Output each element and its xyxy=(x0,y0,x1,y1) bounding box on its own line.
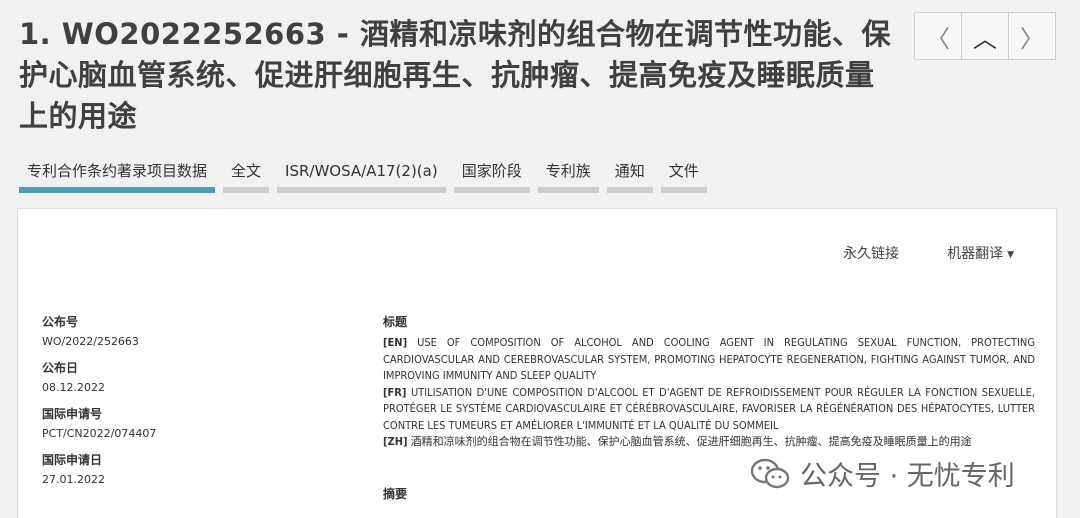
tab-pct-biblio[interactable]: 专利合作条约著录项目数据 xyxy=(19,158,216,193)
tab-indicator xyxy=(606,187,653,193)
tab-indicator xyxy=(537,187,599,193)
tab-bar: 专利合作条约著录项目数据 全文 ISR/WOSA/A17(2)(a) 国家阶段 … xyxy=(19,158,715,193)
chevron-right-icon: 〉 xyxy=(1020,24,1044,53)
tab-label: ISR/WOSA/A17(2)(a) xyxy=(285,162,438,180)
publication-number: WO/2022/252663 xyxy=(42,335,139,348)
field-label: 公布号 xyxy=(42,315,79,329)
publication-date-field: 公布日 08.12.2022 xyxy=(42,359,342,396)
tab-indicator xyxy=(19,187,216,193)
application-date: 27.01.2022 xyxy=(42,473,105,486)
application-date-field: 国际申请日 27.01.2022 xyxy=(42,451,342,488)
page-title: 1. WO2022252663 - 酒精和凉味剂的组合物在调节性功能、保护心脑血… xyxy=(19,17,891,133)
title-fr: [FR] UTILISATION D'UNE COMPOSITION D'ALC… xyxy=(383,385,1035,435)
watermark: 公众号 · 无忧专利 xyxy=(750,454,1015,493)
publication-number-field: 公布号 WO/2022/252663 xyxy=(42,313,342,350)
tab-label: 全文 xyxy=(231,162,262,180)
lang-tag: [EN] xyxy=(383,336,408,349)
title-en: [EN] USE OF COMPOSITION OF ALCOHOL AND C… xyxy=(383,335,1035,385)
lang-tag: [FR] xyxy=(383,385,407,399)
tab-notices[interactable]: 通知 xyxy=(606,158,653,193)
titles-heading: 标题 xyxy=(383,315,408,329)
tab-documents[interactable]: 文件 xyxy=(660,158,707,193)
permalink-link[interactable]: 永久链接 xyxy=(843,243,899,263)
chevron-up-icon: ︿ xyxy=(973,24,997,53)
tab-label: 专利合作条约著录项目数据 xyxy=(27,162,208,180)
tab-label: 国家阶段 xyxy=(461,162,522,180)
tab-label: 专利族 xyxy=(545,162,591,180)
watermark-text: 公众号 · 无忧专利 xyxy=(800,461,1015,492)
previous-result-button[interactable]: 〈 xyxy=(915,13,962,59)
publication-date: 08.12.2022 xyxy=(42,381,105,394)
lang-tag: [ZH] xyxy=(383,435,408,448)
back-to-results-button[interactable]: ︿ xyxy=(962,13,1009,59)
title-zh: [ZH] 酒精和凉味剂的组合物在调节性功能、保护心脑血管系统、促进肝细胞再生、抗… xyxy=(383,434,1035,451)
tab-indicator xyxy=(660,187,707,193)
tab-label: 通知 xyxy=(614,162,645,180)
next-result-button[interactable]: 〉 xyxy=(1009,13,1055,59)
machine-translation-dropdown[interactable]: 机器翻译 ▼ xyxy=(923,243,1014,263)
tab-label: 文件 xyxy=(668,162,699,180)
application-number-field: 国际申请号 PCT/CN2022/074407 xyxy=(42,405,342,442)
title-fr-text: UTILISATION D'UNE COMPOSITION D'ALCOOL E… xyxy=(383,385,1035,432)
field-label: 公布日 xyxy=(42,361,79,375)
field-label: 国际申请号 xyxy=(42,407,103,421)
application-number: PCT/CN2022/074407 xyxy=(42,427,157,440)
wechat-icon xyxy=(750,458,790,488)
tab-patent-family[interactable]: 专利族 xyxy=(537,158,599,193)
field-label: 国际申请日 xyxy=(42,453,103,467)
caret-down-icon: ▼ xyxy=(1007,250,1014,260)
tab-national-phase[interactable]: 国家阶段 xyxy=(453,158,530,193)
result-navigation: 〈 ︿ 〉 xyxy=(914,12,1056,60)
title-zh-text: 酒精和凉味剂的组合物在调节性功能、保护心脑血管系统、促进肝细胞再生、抗肿瘤、提高… xyxy=(410,435,972,448)
card-toolbar: 永久链接 机器翻译 ▼ xyxy=(819,243,1014,263)
machine-translation-label: 机器翻译 xyxy=(947,246,1004,262)
chevron-left-icon: 〈 xyxy=(926,24,950,53)
tab-isr-wosa[interactable]: ISR/WOSA/A17(2)(a) xyxy=(277,158,446,193)
tab-full-text[interactable]: 全文 xyxy=(223,158,270,193)
tab-indicator xyxy=(223,187,270,193)
title-en-text: USE OF COMPOSITION OF ALCOHOL AND COOLIN… xyxy=(383,336,1035,382)
biblio-fields: 公布号 WO/2022/252663 公布日 08.12.2022 国际申请号 … xyxy=(42,313,342,497)
tab-indicator xyxy=(277,187,446,193)
tab-indicator xyxy=(453,187,530,193)
